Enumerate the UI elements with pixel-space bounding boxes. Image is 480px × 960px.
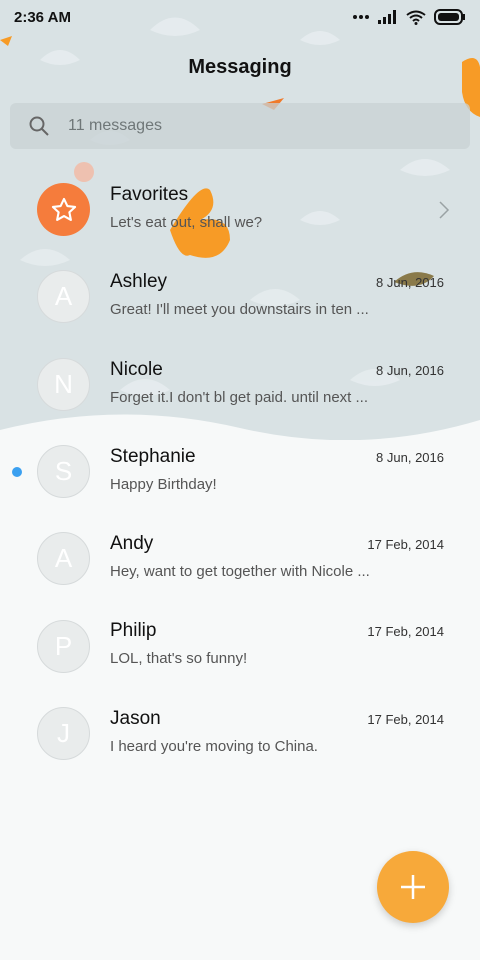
conversation-row[interactable]: P Philip 17 Feb, 2014 LOL, that's so funn… — [0, 602, 480, 689]
message-preview: Let's eat out, shall we? — [110, 214, 263, 231]
avatar: J — [37, 706, 90, 760]
new-message-button[interactable] — [377, 851, 449, 923]
conversation-row[interactable]: A Andy 17 Feb, 2014 Hey, want to get toge… — [0, 515, 480, 602]
message-date: 8 Jun, 2016 — [376, 275, 444, 291]
message-preview: LOL, that's so funny! — [110, 650, 248, 668]
conversation-row-favorites[interactable]: Favorites Let's eat out, shall we? — [0, 166, 480, 253]
message-date: 17 Feb, 2014 — [367, 537, 444, 553]
contact-name: Ashley — [110, 271, 168, 293]
conversation-list: Favorites Let's eat out, shall we? A Ash… — [0, 166, 480, 777]
wifi-icon — [406, 10, 426, 25]
message-preview: Happy Birthday! — [110, 475, 217, 493]
status-icons — [352, 9, 466, 25]
conversation-row[interactable]: S Stephanie 8 Jun, 2016 Happy Birthday! — [0, 428, 480, 515]
avatar: P — [37, 619, 90, 673]
message-preview: Hey, want to get together with Nicole ..… — [110, 563, 370, 581]
message-preview: Forget it.I don't bl get paid. until nex… — [110, 388, 369, 406]
contact-name: Nicole — [110, 358, 163, 380]
contact-name: Jason — [110, 707, 161, 729]
avatar: N — [37, 357, 90, 411]
avatar: A — [37, 270, 90, 324]
message-date: 8 Jun, 2016 — [376, 362, 444, 378]
plus-icon — [401, 875, 425, 899]
contact-name: Favorites — [110, 184, 189, 205]
message-date: 17 Feb, 2014 — [367, 624, 444, 640]
chevron-right-icon — [439, 201, 450, 219]
page-title: Messaging — [188, 56, 292, 78]
more-dots-icon — [353, 15, 369, 19]
contact-name: Stephanie — [110, 445, 196, 467]
message-date: 17 Feb, 2014 — [367, 711, 444, 727]
message-preview: Great! I'll meet you downstairs in ten .… — [110, 301, 369, 319]
status-bar: 2:36 AM — [0, 0, 480, 34]
avatar: A — [37, 532, 90, 586]
contact-name: Andy — [110, 533, 154, 555]
conversation-row[interactable]: J Jason 17 Feb, 2014 I heard you're movin… — [0, 690, 480, 777]
battery-icon — [434, 9, 465, 25]
avatar — [37, 183, 90, 237]
avatar: S — [37, 445, 90, 499]
conversation-row[interactable]: N Nicole 8 Jun, 2016 Forget it.I don't bl… — [0, 341, 480, 428]
contact-name: Philip — [110, 620, 157, 642]
signal-icon — [378, 10, 396, 24]
star-icon — [51, 197, 76, 221]
unread-indicator — [12, 466, 22, 477]
message-date: 8 Jun, 2016 — [376, 449, 444, 465]
conversation-row[interactable]: A Ashley 8 Jun, 2016 Great! I'll meet you… — [0, 253, 480, 340]
search-input[interactable] — [68, 117, 428, 135]
search-icon — [29, 116, 49, 136]
status-time: 2:36 AM — [14, 8, 71, 26]
search-bar[interactable] — [10, 103, 470, 149]
message-preview: I heard you're moving to China. — [110, 737, 318, 755]
